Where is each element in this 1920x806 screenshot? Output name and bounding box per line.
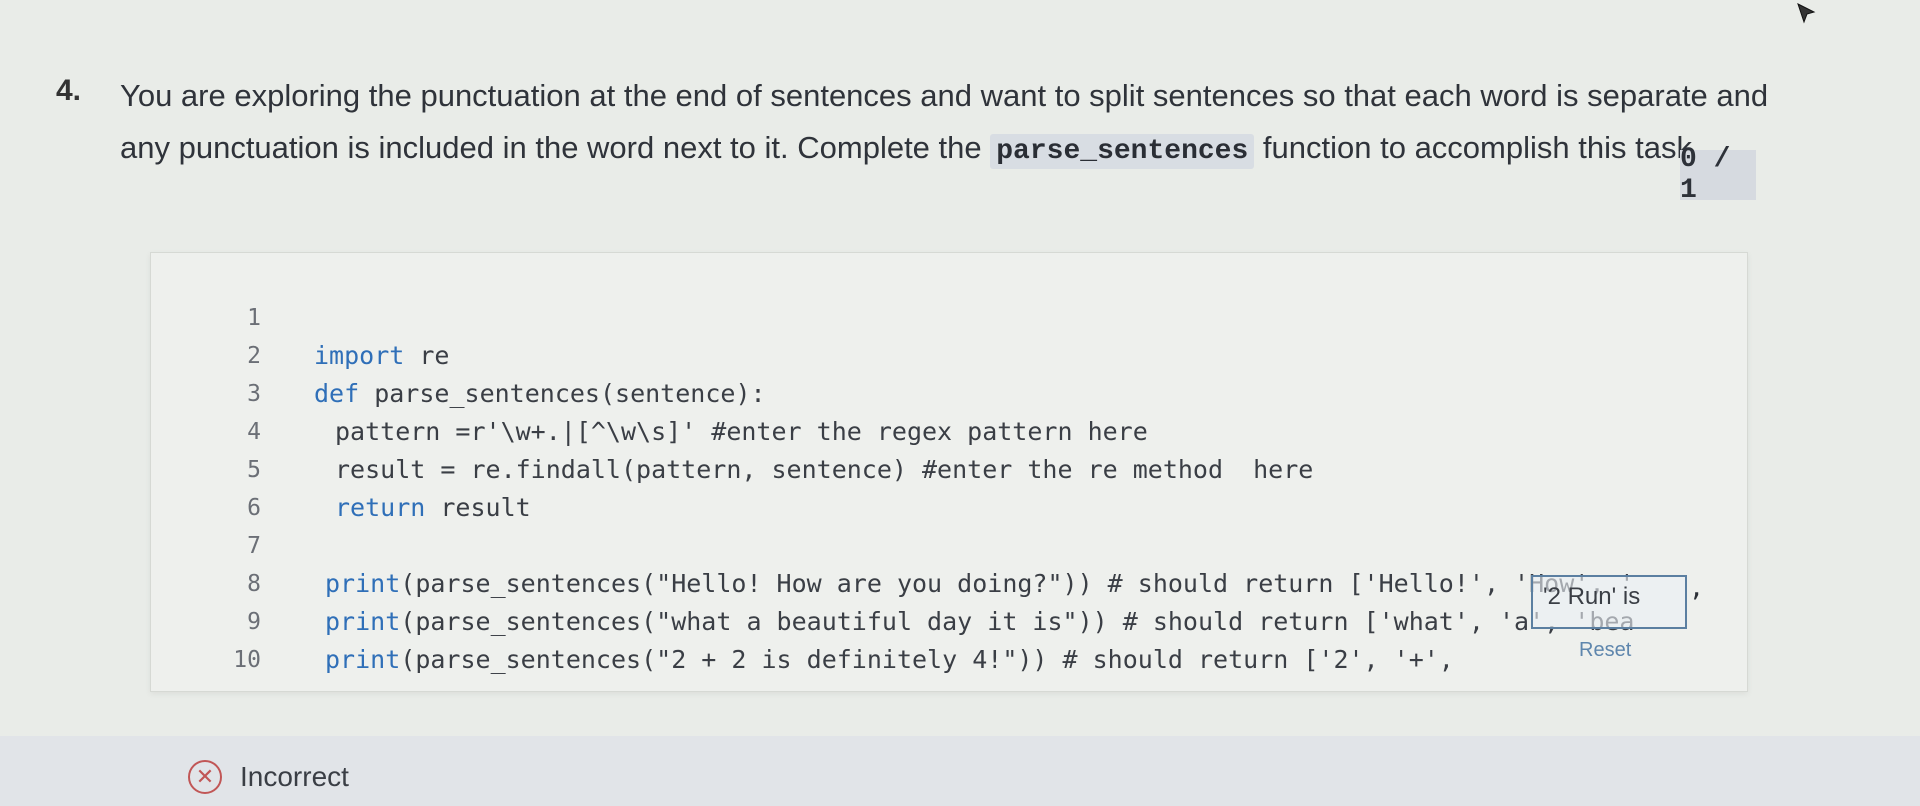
code-line[interactable]: 5 return result [151,413,1747,522]
question-text: You are exploring the punctuation at the… [120,70,1780,178]
code-trailing-comma: , [1689,573,1705,602]
code-line[interactable]: 4 result = re.findall(pattern, sentence)… [151,375,1747,484]
function-name-code: parse_sentences [990,134,1255,169]
code-line[interactable]: 9 print(parse_sentences("2 + 2 is defini… [151,565,1747,674]
code-line[interactable]: 10 [151,603,1747,673]
code-line[interactable]: 7 print(parse_sentences("Hello! How are … [151,489,1747,598]
question-text-after: function to accomplish this task. [1254,130,1701,165]
question-number: 4. [56,74,82,107]
mouse-cursor-icon [1797,3,1816,24]
reset-button[interactable]: Reset [1579,639,1631,662]
question-block: 4. You are exploring the punctuation at … [56,70,1768,206]
code-line[interactable]: 1 import re [151,261,1747,370]
code-keyword: print [325,645,401,674]
line-number: 10 [233,647,261,673]
x-circle-icon: ✕ [188,760,222,794]
code-content: (parse_sentences("2 + 2 is definitely 4!… [400,645,1454,674]
code-editor[interactable]: 1 import re 2 def parse_sentences(senten… [150,252,1748,692]
code-text[interactable]: print(parse_sentences("2 + 2 is definite… [325,641,1454,679]
code-line[interactable]: 8 print(parse_sentences("what a beautifu… [151,527,1747,636]
code-line[interactable]: 3 pattern =r'\w+.|[^\w\s]' #enter the re… [151,337,1747,446]
result-label: Incorrect [240,761,349,792]
score-badge: 0 / 1 [1680,144,1756,206]
code-line[interactable]: 6 [151,451,1747,521]
code-line[interactable]: 2 def parse_sentences(sentence): [151,299,1747,408]
answer-overlay-text: '2 Run' is [1543,583,1641,610]
